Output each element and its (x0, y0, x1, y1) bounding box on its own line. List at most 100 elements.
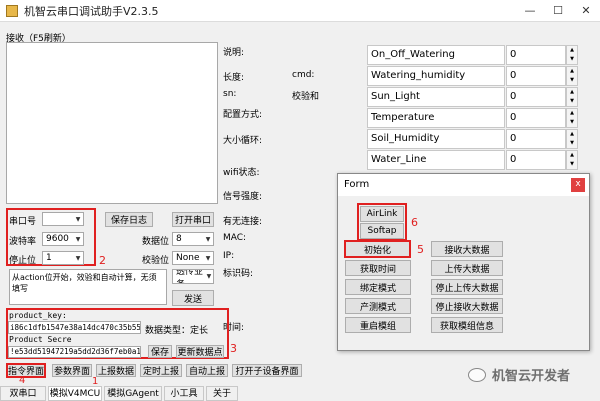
wechat-icon (468, 367, 486, 382)
close-button[interactable]: ✕ (572, 0, 600, 22)
annotation-1: 1 (92, 376, 99, 387)
baud-value: 9600 (46, 234, 69, 244)
upload-big-data-button[interactable]: 上传大数据 (431, 260, 503, 276)
restart-module-button[interactable]: 重启模组 (345, 317, 411, 333)
datapoint-row: Soil_Humidity 0 ▲ ▼ (367, 129, 580, 149)
port-label: 串口号 (9, 217, 37, 227)
mode-value: 透传业务 (176, 269, 204, 283)
cmd-interface-button[interactable]: 指令界面 (6, 363, 46, 378)
update-datapoints-button[interactable]: 更新数据点 (176, 345, 224, 358)
data-bit-select[interactable]: 8 ▼ (172, 232, 214, 246)
datapoint-row: Temperature 0 ▲ ▼ (367, 108, 580, 128)
minimize-button[interactable]: — (516, 0, 544, 22)
desc-label: 说明: (223, 48, 245, 58)
baud-select[interactable]: 9600 ▼ (42, 232, 84, 246)
softap-button[interactable]: Softap (360, 223, 404, 239)
data-bit-label: 数据位 (142, 237, 170, 247)
chevron-down-icon: ▼ (206, 273, 212, 280)
stop-recv-big-data-button[interactable]: 停止接收大数据 (431, 298, 503, 314)
checksum-label: 校验和 (292, 92, 320, 102)
datapoint-name: On_Off_Watering (367, 45, 505, 65)
spinner-icon[interactable]: ▲ ▼ (566, 87, 578, 107)
spinner-icon[interactable]: ▲ ▼ (566, 129, 578, 149)
datapoint-name: Water_Line (367, 150, 505, 170)
annotation-2: 2 (99, 254, 106, 267)
app-icon (6, 4, 18, 17)
stop-bit-label: 停止位 (9, 256, 37, 266)
baud-label: 波特率 (9, 237, 37, 247)
mac-label: MAC: (223, 233, 247, 243)
data-type-label: 数据类型：定长 (145, 326, 209, 336)
parity-select[interactable]: None ▼ (172, 251, 214, 265)
datapoint-row: Sun_Light 0 ▲ ▼ (367, 87, 580, 107)
datapoint-value[interactable]: 0 (506, 129, 566, 149)
cmd-label: cmd: (292, 70, 315, 80)
spinner-icon[interactable]: ▲ ▼ (566, 66, 578, 86)
datapoint-value[interactable]: 0 (506, 87, 566, 107)
datapoint-value[interactable]: 0 (506, 150, 566, 170)
get-time-button[interactable]: 获取时间 (345, 260, 411, 276)
product-key-input[interactable]: i86c1dfb1547e38a14dc470c35b555 (8, 321, 141, 334)
open-port-button[interactable]: 打开串口 (172, 212, 214, 227)
chevron-down-icon: ▼ (75, 254, 81, 262)
spinner-icon[interactable]: ▲ ▼ (566, 45, 578, 65)
data-bit-value: 8 (176, 234, 182, 244)
chevron-down-icon: ▼ (205, 254, 211, 262)
factory-mode-button[interactable]: 产测模式 (345, 298, 411, 314)
ident-label: 标识码: (223, 269, 254, 279)
port-select[interactable]: ▼ (42, 212, 84, 226)
receive-textarea[interactable] (6, 42, 218, 204)
tab-dual-serial[interactable]: 双串口 (0, 386, 46, 401)
bind-mode-button[interactable]: 绑定模式 (345, 279, 411, 295)
stop-upload-big-data-button[interactable]: 停止上传大数据 (431, 279, 503, 295)
send-button[interactable]: 发送 (172, 290, 214, 306)
ip-label: IP: (223, 251, 235, 261)
product-secret-label: Product Secre (9, 335, 72, 344)
datapoint-row: Watering_humidity 0 ▲ ▼ (367, 66, 580, 86)
init-button[interactable]: 初始化 (344, 240, 411, 258)
stop-bit-value: 1 (46, 253, 52, 263)
open-subdevice-button[interactable]: 打开子设备界面 (232, 364, 302, 377)
report-data-button[interactable]: 上报数据 (96, 364, 136, 377)
datapoint-name: Soil_Humidity (367, 129, 505, 149)
form-close-button[interactable]: x (571, 178, 585, 192)
signal-label: 信号强度: (223, 192, 263, 202)
title-bar: 机智云串口调试助手V2.3.5 — ☐ ✕ (0, 0, 600, 22)
annotation-4: 4 (19, 375, 26, 386)
datapoint-name: Temperature (367, 108, 505, 128)
stop-bit-select[interactable]: 1 ▼ (42, 251, 84, 265)
tab-sim-v4mcu[interactable]: 模拟V4MCU (48, 386, 102, 401)
save-log-button[interactable]: 保存日志 (105, 212, 153, 227)
loop-size-label: 大小循环: (223, 136, 263, 146)
parity-value: None (176, 253, 200, 263)
sn-label: sn: (223, 89, 237, 99)
wifi-status-label: wifi状态: (223, 168, 260, 178)
save-product-button[interactable]: 保存 (148, 345, 172, 358)
datapoint-row: Water_Line 0 ▲ ▼ (367, 150, 580, 170)
form-title: Form (338, 174, 589, 196)
maximize-button[interactable]: ☐ (544, 0, 572, 22)
annotation-6: 6 (411, 216, 418, 229)
datapoint-value[interactable]: 0 (506, 108, 566, 128)
mode-select[interactable]: 透传业务▼ (172, 269, 214, 284)
datapoint-value[interactable]: 0 (506, 66, 566, 86)
chevron-down-icon: ▼ (205, 235, 211, 243)
datapoint-row: On_Off_Watering 0 ▲ ▼ (367, 45, 580, 65)
get-module-info-button[interactable]: 获取模组信息 (431, 317, 503, 333)
param-interface-button[interactable]: 参数界面 (52, 364, 92, 377)
recv-big-data-button[interactable]: 接收大数据 (431, 241, 503, 257)
spinner-icon[interactable]: ▲ ▼ (566, 150, 578, 170)
tab-about[interactable]: 关于 (206, 386, 238, 401)
spinner-icon[interactable]: ▲ ▼ (566, 108, 578, 128)
watermark-text: 机智云开发者 (492, 369, 571, 384)
product-secret-input[interactable]: !e53dd51947219a5dd2d36f7eb0a1 (8, 346, 141, 358)
tab-tools[interactable]: 小工具 (164, 386, 204, 401)
auto-report-button[interactable]: 自动上报 (186, 364, 228, 377)
send-textarea[interactable]: 从action位开始，效验和自动计算，无须填写 (9, 269, 167, 305)
airlink-button[interactable]: AirLink (360, 206, 404, 222)
parity-label: 校验位 (142, 256, 170, 266)
config-mode-label: 配置方式: (223, 110, 263, 120)
tab-sim-gagent[interactable]: 模拟GAgent (104, 386, 162, 401)
timed-report-button[interactable]: 定时上报 (140, 364, 182, 377)
datapoint-value[interactable]: 0 (506, 45, 566, 65)
